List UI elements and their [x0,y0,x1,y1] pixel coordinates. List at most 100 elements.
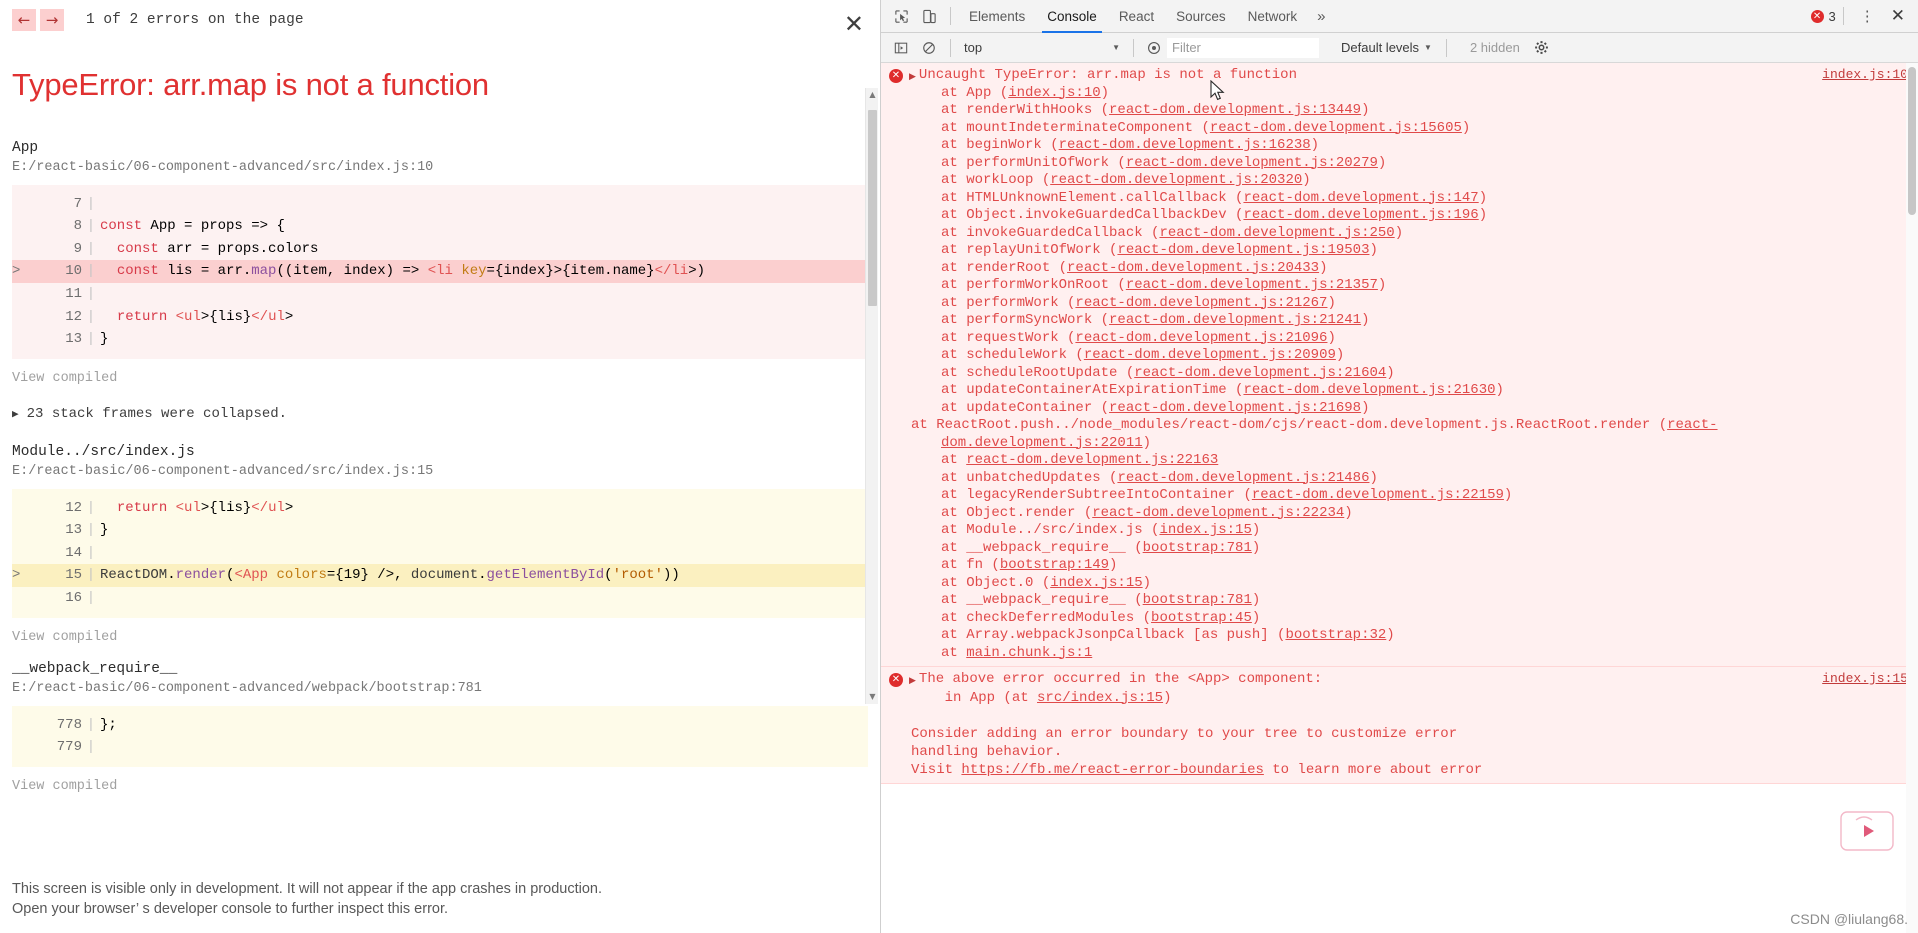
error-icon: ✕ [889,673,903,687]
stack-frame: at performWork (react-dom.development.js… [941,294,1336,311]
footer-line-2: Open your browser’ s developer console t… [12,901,449,917]
view-compiled-link[interactable]: View compiled [0,359,880,390]
error-badge-icon: ✕ [1810,9,1824,23]
error-count-badge[interactable]: ✕ 3 [1810,9,1836,24]
scroll-down-arrow-icon[interactable]: ▼ [866,690,879,704]
stack-frame-link[interactable]: react-dom.development.js:21241 [1109,312,1361,328]
console-message-title: Uncaught TypeError: arr.map is not a fun… [918,67,1297,83]
filterbar-divider-3 [1445,38,1447,57]
stack-frame-link[interactable]: react-dom.development.js:20433 [1067,260,1319,276]
overlay-close-button[interactable]: ✕ [844,12,864,36]
code-snippet: 778 |}; 779 | [12,705,868,767]
console-context-select[interactable]: top ▼ [958,37,1126,59]
tab-elements[interactable]: Elements [958,0,1036,33]
expand-triangle-icon[interactable]: ▶ [909,71,916,82]
stack-frame-link[interactable]: index.js:10 [1008,85,1100,101]
stack-frame-link[interactable]: react-dom.development.js:147 [1243,190,1478,206]
collapsed-frames-toggle[interactable]: ▶ 23 stack frames were collapsed. [0,390,880,432]
stack-frame-link[interactable]: main.chunk.js:1 [966,645,1092,661]
stack-frame-link[interactable]: react-dom.development.js:22159 [1252,487,1504,503]
stack-frame-link[interactable]: index.js:15 [1050,575,1142,591]
stack-frame-link[interactable]: react-dom.development.js:196 [1243,207,1478,223]
stack-frame: at fn (bootstrap:149) [941,557,1118,573]
view-compiled-link[interactable]: View compiled [0,618,880,649]
stack-frame: at scheduleWork (react-dom.development.j… [941,347,1345,363]
inspect-element-icon[interactable] [887,3,915,29]
devtools-menu-icon[interactable]: ⋮ [1851,7,1884,25]
toolbar-divider [950,7,951,25]
stack-frame-link[interactable]: react-dom.development.js:250 [1159,225,1394,241]
view-compiled-link[interactable]: View compiled [0,767,880,798]
console-message-source-link[interactable]: index.js:10 [1822,67,1908,82]
console-body-link[interactable]: https://fb.me/react-error-boundaries [961,762,1263,778]
live-expression-icon[interactable] [1141,37,1167,59]
stack-frame-link[interactable]: react-dom.development.js:15605 [1210,120,1462,136]
stack-frame-link[interactable]: react-dom.development.js:21357 [1126,277,1378,293]
console-log-levels-select[interactable]: Default levels ▼ [1341,40,1432,55]
stack-frame-link[interactable]: bootstrap:149 [1000,557,1109,573]
code-line: 9 | const arr = props.colors [73,240,319,257]
console-message-source-link[interactable]: index.js:15 [1822,671,1908,686]
expand-triangle-icon: ▶ [12,408,19,421]
footer-line-1: This screen is visible only in developme… [12,881,602,897]
stack-frame-link[interactable]: react-dom.development.js:16238 [1059,137,1311,153]
console-settings-gear-icon[interactable] [1534,40,1549,55]
react-error-overlay: ← → 1 of 2 errors on the page ✕ TypeErro… [0,0,880,933]
tab-console[interactable]: Console [1036,0,1108,33]
stack-frame-link[interactable]: react-dom.development.js:20909 [1084,347,1336,363]
stack-frame: at checkDeferredModules (bootstrap:45) [941,609,1261,626]
frame-name: App [12,139,39,156]
chevron-down-icon-2: ▼ [1424,43,1432,52]
stack-frame-link[interactable]: react-dom.development.js:21698 [1109,400,1361,416]
tab-react[interactable]: React [1108,0,1165,33]
device-toolbar-icon[interactable] [915,3,943,29]
stack-frame-link[interactable]: bootstrap:32 [1285,627,1386,643]
stack-frame-link[interactable]: react-dom.development.js:21630 [1243,382,1495,398]
scroll-up-arrow-icon[interactable]: ▲ [866,88,879,102]
tab-sources[interactable]: Sources [1165,0,1237,33]
error-icon: ✕ [889,69,903,83]
next-error-button[interactable]: → [40,9,64,31]
code-line: 11 | [65,285,96,302]
stack-frame: at Array.webpackJsonpCallback [as push] … [941,627,1395,643]
devtools-toolbar-right: ✕ 3 ⋮ ✕ [1810,6,1918,26]
stack-frame-link[interactable]: react-dom.development.js:20320 [1050,172,1302,188]
console-body-line: Visit https://fb.me/react-error-boundari… [911,761,1483,778]
stack-frame-link[interactable]: react-dom.development.js:21604 [1134,365,1386,381]
stack-frame-link[interactable]: bootstrap:781 [1143,540,1252,556]
devtools-panel: Elements Console React Sources Network » ✕ 3… [880,0,1918,933]
stack-frame: at HTMLUnknownElement.callCallback (reac… [941,189,1488,206]
console-scroll-thumb[interactable] [1908,67,1916,215]
overlay-scroll-thumb[interactable] [868,110,877,306]
prev-error-button[interactable]: ← [12,9,36,31]
tab-network[interactable]: Network [1237,0,1309,33]
console-message: ✕ ▶ The above error occurred in the <App> … [881,667,1918,784]
stack-frame-link[interactable]: react-dom.development.js:22234 [1092,505,1344,521]
hidden-messages-count: 2 hidden [1469,40,1520,55]
stack-frame-link[interactable]: bootstrap:45 [1151,610,1252,626]
stack-frame-link[interactable]: react-dom.development.js:21096 [1075,330,1327,346]
console-body-link[interactable]: src/index.js:15 [1037,690,1163,706]
stack-frame-link[interactable]: react-dom.development.js:20279 [1126,155,1378,171]
stack-frame-link[interactable]: react-dom.development.js:22011 [941,417,1718,451]
console-body-line: Consider adding an error boundary to you… [911,725,1466,742]
stack-frame-link[interactable]: react-dom.development.js:13449 [1109,102,1361,118]
stack-frame-link[interactable]: react-dom.development.js:19503 [1117,242,1369,258]
stack-frame-link[interactable]: react-dom.development.js:21486 [1117,470,1369,486]
console-scrollbar[interactable] [1906,63,1918,933]
clear-console-icon[interactable] [915,35,943,61]
overlay-scrollbar[interactable]: ▲ ▼ [865,88,878,704]
stack-frame-link[interactable]: react-dom.development.js:21267 [1075,295,1327,311]
devtools-close-button[interactable]: ✕ [1884,6,1912,26]
console-sidebar-icon[interactable] [887,35,915,61]
code-line: 13 |} [65,331,109,348]
stack-frame-link[interactable]: react-dom.development.js:22163 [966,452,1218,468]
stack-frame-link[interactable]: index.js:15 [1159,522,1251,538]
stack-frame-link[interactable]: bootstrap:781 [1143,592,1252,608]
more-tabs-icon[interactable]: » [1308,8,1334,25]
console-filter-input[interactable] [1167,37,1319,58]
stack-frame: at renderWithHooks (react-dom.developmen… [941,102,1370,118]
stack-frame: at performWorkOnRoot (react-dom.developm… [941,277,1387,293]
devtools-tabbar: Elements Console React Sources Network » ✕ 3… [881,0,1918,33]
expand-triangle-icon[interactable]: ▶ [909,675,916,686]
